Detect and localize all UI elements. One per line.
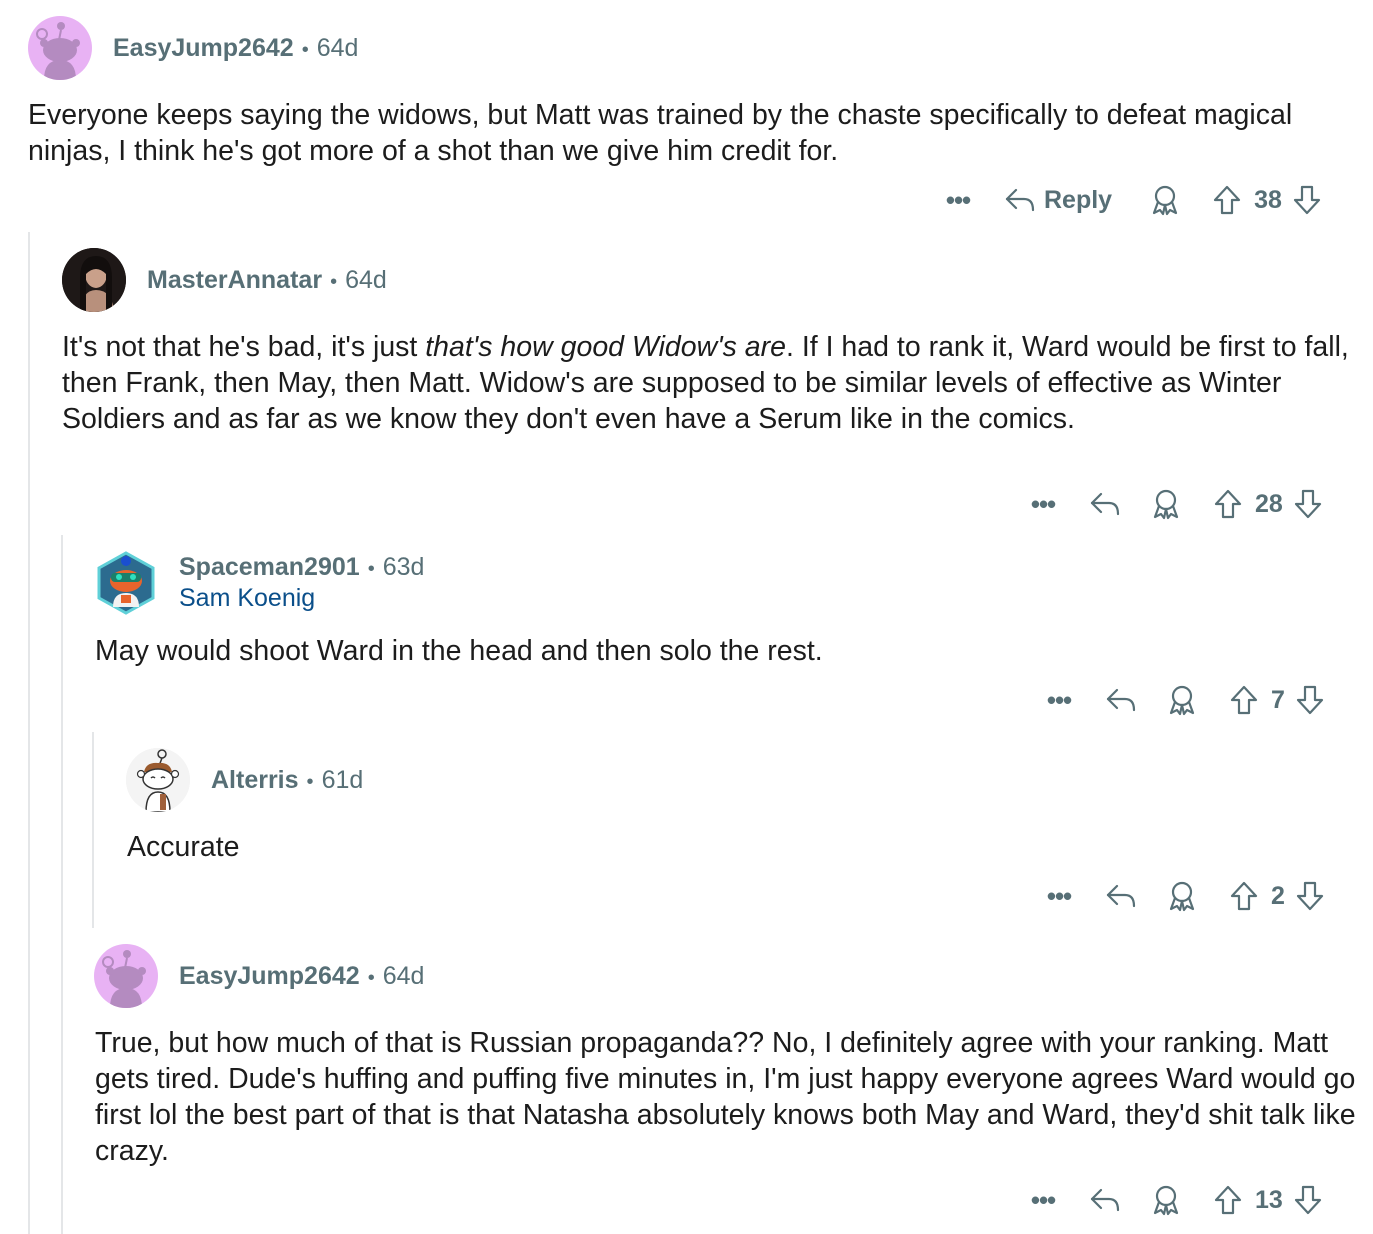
award-icon [1152,185,1178,216]
avatar-snoo[interactable] [28,16,92,80]
comment-meta: Spaceman2901 • 63d [179,552,424,584]
more-options-icon[interactable]: ••• [940,187,976,213]
username[interactable]: Spaceman2901 [179,553,360,581]
award-button[interactable] [1151,488,1181,520]
upvote-button[interactable] [1212,184,1242,216]
downvote-button[interactable] [1295,880,1325,912]
award-button[interactable] [1167,880,1197,912]
upvote-button[interactable] [1229,880,1259,912]
comment-actions: ••• 13 [1025,1180,1323,1220]
thread-line-level-2[interactable] [61,535,63,1234]
more-options-icon[interactable]: ••• [1041,687,1077,713]
comment-meta: EasyJump2642 • 64d [113,33,358,65]
award-icon [1153,1185,1179,1216]
more-options-icon[interactable]: ••• [1025,1187,1061,1213]
avatar-snoo[interactable] [94,944,158,1008]
comment-body: May would shoot Ward in the head and the… [95,635,823,667]
username[interactable]: EasyJump2642 [113,34,294,62]
comment-age: 64d [382,962,425,990]
comment-age: 64d [345,266,387,294]
comment-meta: Alterris • 61d [211,765,363,797]
reply-arrow-icon [1106,884,1136,908]
vote-count: 7 [1271,685,1285,714]
username[interactable]: MasterAnnatar [147,266,322,294]
reply-button[interactable]: Reply [1004,186,1112,215]
reply-button[interactable] [1089,490,1121,518]
vote-count: 2 [1271,881,1285,910]
comment-age: 64d [316,34,359,62]
award-button[interactable] [1150,184,1180,216]
award-button[interactable] [1167,684,1197,716]
thread-line-level-3[interactable] [92,732,94,928]
upvote-arrow-icon [1230,685,1258,715]
vote-count: 38 [1254,185,1282,214]
reply-arrow-icon [1005,188,1035,212]
award-icon [1169,881,1195,912]
vote-count: 13 [1255,1185,1283,1214]
comment-actions: ••• 28 [1025,484,1323,524]
separator-dot: • [301,39,309,61]
downvote-arrow-icon [1296,881,1324,911]
upvote-arrow-icon [1214,1185,1242,1215]
upvote-arrow-icon [1230,881,1258,911]
downvote-arrow-icon [1294,489,1321,519]
upvote-button[interactable] [1213,488,1243,520]
reply-button[interactable] [1105,882,1137,910]
reply-arrow-icon [1090,492,1120,516]
separator-dot: • [306,771,314,793]
more-options-icon[interactable]: ••• [1025,491,1061,517]
vote-count: 28 [1255,489,1283,518]
comment-actions: ••• 7 [1041,680,1325,720]
avatar-user[interactable] [95,551,157,615]
thread-line-level-1[interactable] [28,232,30,1234]
comment-body: It's not that he's bad, it's just that's… [62,329,1352,437]
more-options-icon[interactable]: ••• [1041,883,1077,909]
avatar-user[interactable] [126,748,190,812]
downvote-arrow-icon [1294,1185,1321,1215]
award-button[interactable] [1151,1184,1181,1216]
user-flair: Sam Koenig [179,584,316,612]
username[interactable]: Alterris [211,766,299,794]
upvote-arrow-icon [1213,185,1241,215]
separator-dot: • [367,967,375,989]
award-icon [1153,489,1179,520]
upvote-button[interactable] [1229,684,1259,716]
username[interactable]: EasyJump2642 [179,962,360,990]
comment-actions: ••• 2 [1041,876,1325,916]
comment-body: Accurate [127,831,240,863]
upvote-button[interactable] [1213,1184,1243,1216]
comment-age: 63d [382,553,425,581]
comment-age: 61d [321,766,364,794]
comment-actions: ••• Reply 38 [940,180,1322,220]
comment-body: Everyone keeps saying the widows, but Ma… [28,99,1293,167]
downvote-button[interactable] [1293,1184,1323,1216]
comment-meta: EasyJump2642 • 64d [179,961,424,993]
reply-button[interactable] [1089,1186,1121,1214]
downvote-button[interactable] [1293,488,1323,520]
separator-dot: • [367,558,375,580]
separator-dot: • [330,271,338,293]
downvote-arrow-icon [1293,185,1321,215]
reply-arrow-icon [1106,688,1136,712]
downvote-arrow-icon [1296,685,1324,715]
comment-body: True, but how much of that is Russian pr… [95,1027,1356,1167]
body-text-italic: that's how good Widow's are [425,331,786,363]
body-text-part: It's not that he's bad, it's just [62,331,426,363]
upvote-arrow-icon [1214,489,1242,519]
award-icon [1169,685,1195,716]
downvote-button[interactable] [1292,184,1322,216]
avatar-user[interactable] [62,248,126,312]
reply-label: Reply [1044,185,1113,214]
reply-arrow-icon [1090,1188,1120,1212]
downvote-button[interactable] [1295,684,1325,716]
reply-button[interactable] [1105,686,1137,714]
comment-meta: MasterAnnatar • 64d [147,265,387,297]
